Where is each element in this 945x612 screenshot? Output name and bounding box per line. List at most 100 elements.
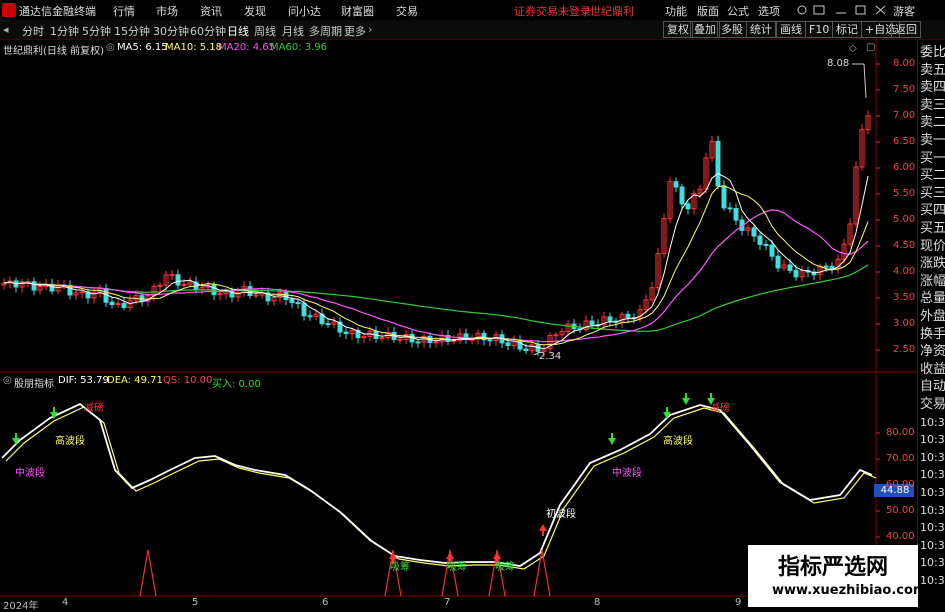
period-fenshi[interactable]: 分时 <box>22 23 44 39</box>
period-15min[interactable]: 15分钟 <box>114 23 150 39</box>
period-30min[interactable]: 30分钟 <box>153 23 189 39</box>
duogu-button[interactable]: 多股 <box>717 21 747 38</box>
main-chart-title: 世纪鼎利(日线 前复权) <box>3 46 104 57</box>
candle <box>301 302 307 317</box>
candle <box>109 301 115 305</box>
chart-area[interactable] <box>0 40 917 609</box>
f10-button[interactable]: F10 <box>805 21 834 38</box>
candle <box>397 338 403 341</box>
side-panel-item: 换手 <box>920 326 945 342</box>
high-price-label: 8.08 <box>827 58 850 69</box>
dif-label: DIF: 53.79 <box>58 375 109 386</box>
watermark-title: 指标严选网 <box>778 555 889 580</box>
candle <box>415 341 421 344</box>
side-panel-item: 买二 <box>920 168 945 184</box>
maximize-icon[interactable] <box>855 5 866 15</box>
candle <box>793 269 799 278</box>
candle <box>79 291 85 294</box>
app-logo-icon <box>2 3 16 17</box>
period-60min[interactable]: 60分钟 <box>190 23 226 39</box>
main-y-tick-label: 4.00 <box>893 266 916 277</box>
side-panel-item: 收益 <box>920 361 945 377</box>
side-panel-item[interactable]: 自动 <box>920 380 945 393</box>
menu-faxian[interactable]: 发现 <box>244 3 266 19</box>
menu-xuanxiang[interactable]: 选项 <box>758 3 780 19</box>
menu-caifuquan[interactable]: 财富圈 <box>341 3 374 19</box>
period-week[interactable]: 周线 <box>254 23 276 39</box>
main-y-tick-label: 6.00 <box>893 162 916 173</box>
buy-label: 买入: 0.00 <box>212 379 261 390</box>
login-warning[interactable]: 证券交易未登录 <box>514 3 591 19</box>
nav-back-icon[interactable]: ◂ <box>3 23 9 36</box>
ma60-label: MA60: 3.96 <box>270 42 328 53</box>
candle <box>751 227 757 237</box>
sub-indicator-icon[interactable]: ◎ <box>3 375 12 386</box>
side-panel-item: 现价 <box>920 238 945 254</box>
menu-wenxiaoda[interactable]: 问小达 <box>288 3 321 19</box>
ma20-label: MA20: 4.65 <box>218 42 276 53</box>
period-month[interactable]: 月线 <box>282 23 304 39</box>
candle <box>343 331 349 335</box>
fuquan-button[interactable]: 复权 <box>663 21 693 38</box>
sub-indicator-name[interactable]: 股朋指标 <box>14 375 54 390</box>
annotation-xichou-2: 吸筹 <box>447 562 467 573</box>
annotation-gaoboduan-2: 高波段 <box>663 436 693 447</box>
annotation-jianbang-1: 减磅 <box>84 403 104 414</box>
candlesticks <box>1 110 871 357</box>
side-panel-item: 买四 <box>920 203 945 219</box>
skin-icon[interactable] <box>797 5 807 15</box>
menu-gongneng[interactable]: 功能 <box>665 3 687 19</box>
x-label-8: 8 <box>594 597 601 608</box>
menu-banmian[interactable]: 版面 <box>697 3 719 19</box>
candle <box>673 181 679 188</box>
side-panel-item: 涨幅 <box>920 273 945 289</box>
annotation-jianbang-2: 减磅 <box>710 403 730 414</box>
candle <box>625 313 631 319</box>
candle <box>685 203 691 210</box>
candle <box>553 334 559 337</box>
diejia-button[interactable]: 叠加 <box>690 21 720 38</box>
back-button[interactable]: 返回 <box>891 21 921 38</box>
annotation-xichou-3: 吸筹 <box>495 562 515 573</box>
side-panel-item: 卖五 <box>920 62 945 78</box>
period-more[interactable]: 更多 <box>344 23 366 39</box>
menu-jiaoyi[interactable]: 交易 <box>396 3 418 19</box>
expand-icon[interactable]: ▢ <box>866 42 875 53</box>
side-panel-item: 10:36 <box>920 521 945 535</box>
x-label-4: 4 <box>62 597 69 608</box>
dea-line <box>5 406 877 570</box>
period-5min[interactable]: 5分钟 <box>82 23 111 39</box>
candle <box>115 303 121 306</box>
huaxian-button[interactable]: 画线 <box>776 21 806 38</box>
side-panel-item: 10:36 <box>920 503 945 517</box>
candle <box>829 265 835 270</box>
side-panel-item: 10:36 <box>920 450 945 464</box>
watermark: 指标严选网 www.xuezhibiao.com <box>748 545 926 607</box>
annotation-xichou-1: 吸筹 <box>390 562 410 573</box>
menu-hangqing[interactable]: 行情 <box>113 3 135 19</box>
main-y-tick-label: 8.00 <box>893 58 916 69</box>
buy-arrow-icon <box>539 524 547 531</box>
chevron-right-icon[interactable]: › <box>368 23 372 36</box>
user-label[interactable]: 游客 <box>893 3 915 19</box>
biaoji-button[interactable]: 标记 <box>832 21 862 38</box>
close-icon[interactable] <box>875 5 886 15</box>
indicator-toggle-icon[interactable]: ◎ <box>106 42 115 53</box>
menu-zixun[interactable]: 资讯 <box>200 3 222 19</box>
menu-gongshi[interactable]: 公式 <box>727 3 749 19</box>
side-panel-item: 卖一 <box>920 133 945 148</box>
side-panel-item[interactable]: 交易 <box>920 398 945 411</box>
dif-line <box>1 402 873 567</box>
candle <box>217 293 223 296</box>
period-1min[interactable]: 1分钟 <box>50 23 79 39</box>
period-day[interactable]: 日线 <box>227 23 249 39</box>
period-multi[interactable]: 多周期 <box>309 23 342 39</box>
tongji-button[interactable]: 统计 <box>746 21 776 38</box>
diamond-icon[interactable]: ◇ <box>849 43 857 54</box>
side-panel-item: 10:36 <box>920 433 945 447</box>
main-y-tick-label: 5.00 <box>893 214 916 225</box>
message-icon[interactable] <box>813 5 825 15</box>
dea-label: DEA: 49.71 <box>107 375 163 386</box>
candle <box>589 320 595 326</box>
menu-shichang[interactable]: 市场 <box>156 3 178 19</box>
